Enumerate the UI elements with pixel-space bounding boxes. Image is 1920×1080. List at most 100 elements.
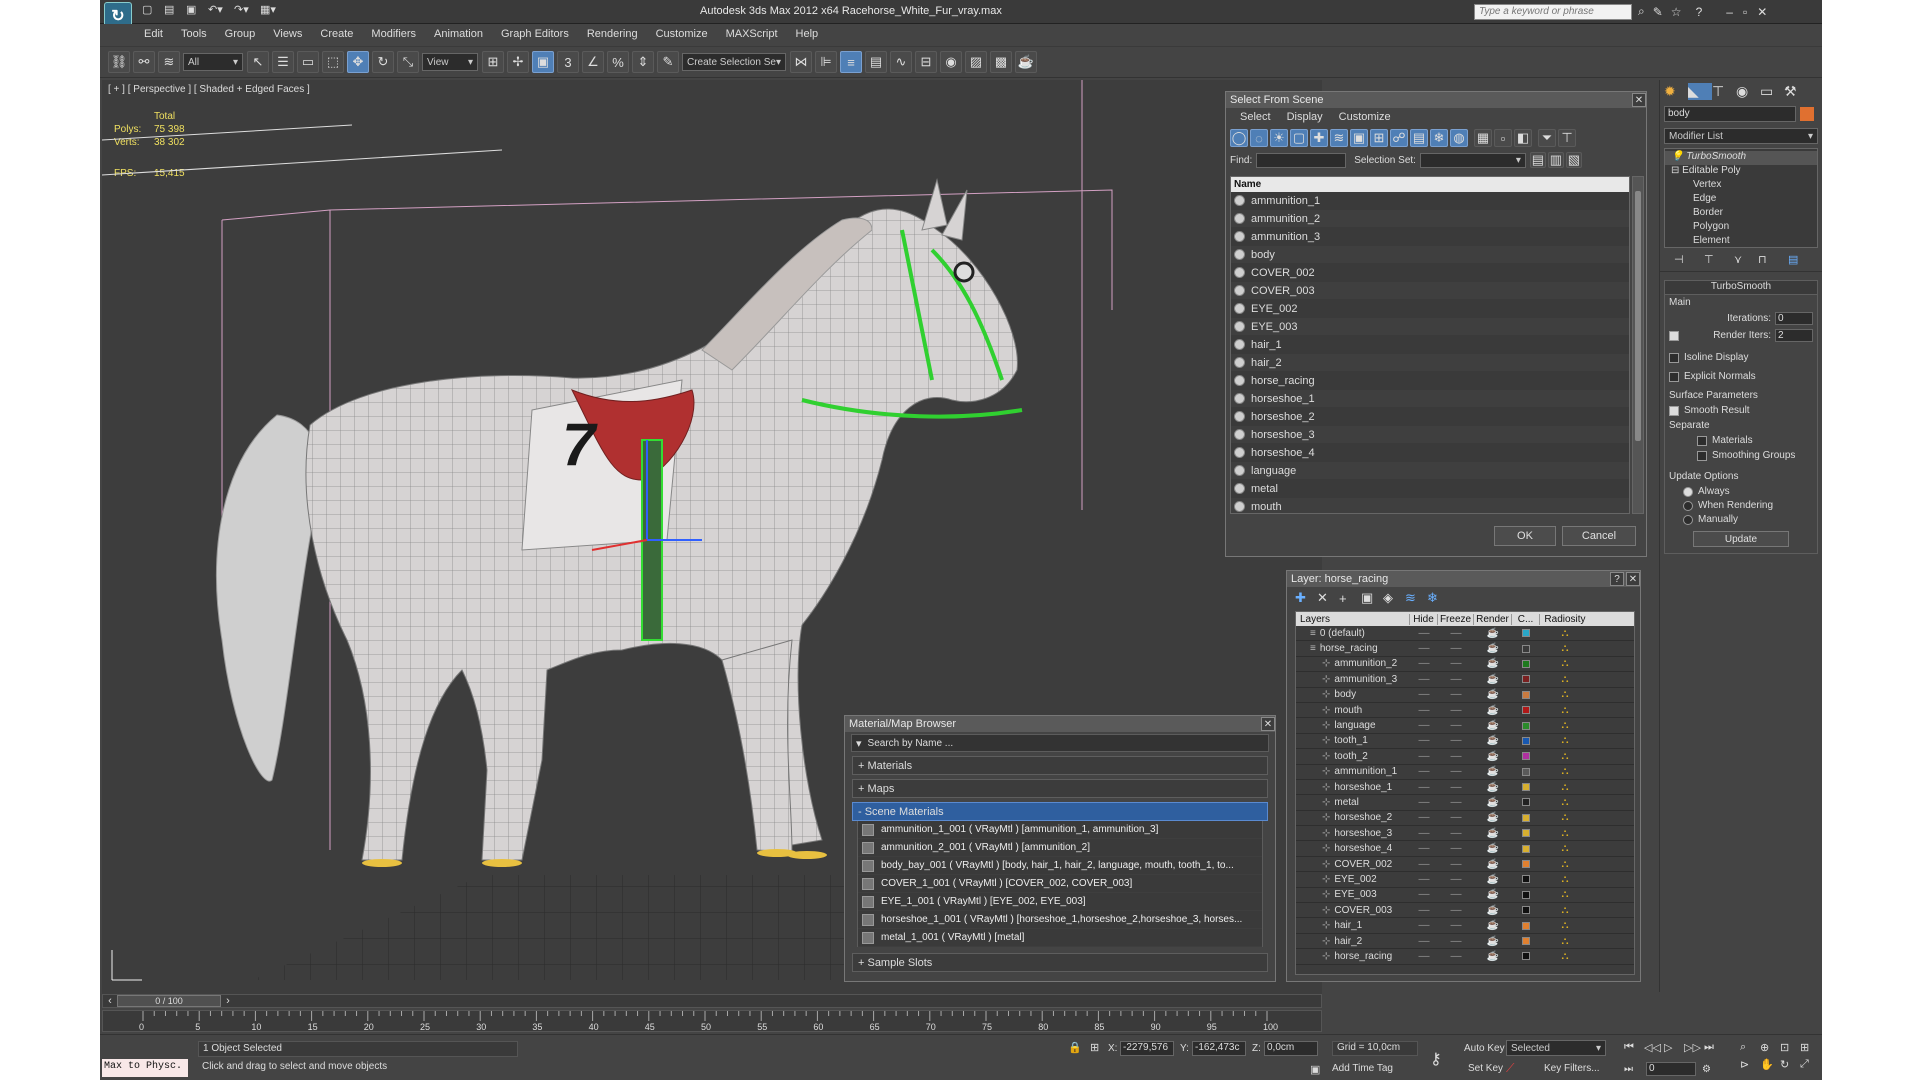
layer-hide-toggle[interactable]: ‒‒ xyxy=(1410,643,1438,654)
goto-end-icon[interactable]: ⏭ xyxy=(1704,1041,1724,1054)
render-iters-checkbox[interactable] xyxy=(1669,330,1679,341)
modify-panel-icon[interactable]: ◣ xyxy=(1688,82,1712,100)
material-item[interactable]: metal_1_001 ( VRayMtl ) [metal] xyxy=(858,929,1262,947)
options-menu-icon[interactable]: ▾ xyxy=(856,737,862,750)
material-item[interactable]: ammunition_1_001 ( VRayMtl ) [ammunition… xyxy=(858,821,1262,839)
menu-help[interactable]: Help xyxy=(796,28,819,40)
layer-freeze-toggle[interactable]: ‒‒ xyxy=(1438,766,1474,777)
angle-snap-icon[interactable]: ∠ xyxy=(582,51,604,73)
layer-color-swatch[interactable] xyxy=(1512,721,1540,730)
layer-row[interactable]: ⊹ mouth ‒‒ ‒‒ ☕ ⛬ xyxy=(1296,703,1634,719)
show-end-result-icon[interactable]: ⊤ xyxy=(1704,253,1734,266)
layer-hide-toggle[interactable]: ‒‒ xyxy=(1410,828,1438,839)
teapot-icon[interactable]: ☕ xyxy=(1474,658,1512,669)
layer-row[interactable]: ⊹ ammunition_2 ‒‒ ‒‒ ☕ ⛬ xyxy=(1296,657,1634,673)
radiosity-icon[interactable]: ⛬ xyxy=(1540,812,1590,823)
freeze-all-icon[interactable]: ❄ xyxy=(1427,590,1449,606)
list-item[interactable]: language xyxy=(1231,462,1629,480)
layer-freeze-toggle[interactable]: ‒‒ xyxy=(1438,658,1474,669)
layer-color-swatch[interactable] xyxy=(1512,860,1540,869)
layer-freeze-toggle[interactable]: ‒‒ xyxy=(1438,920,1474,931)
select-by-name-icon[interactable]: ☰ xyxy=(272,51,294,73)
tools-icon[interactable]: ✎ xyxy=(1653,5,1663,19)
radiosity-icon[interactable]: ⛬ xyxy=(1540,658,1590,669)
teapot-icon[interactable]: ☕ xyxy=(1474,628,1512,639)
layer-freeze-toggle[interactable]: ‒‒ xyxy=(1438,735,1474,746)
fov-icon[interactable]: ⊳ xyxy=(1740,1058,1760,1071)
close-icon[interactable]: ✕ xyxy=(1626,572,1640,586)
bind-spacewarp-icon[interactable]: ≋ xyxy=(158,51,180,73)
hierarchy-panel-icon[interactable]: ⊤ xyxy=(1712,83,1736,100)
link-icon[interactable]: ⛓ xyxy=(108,51,130,73)
graphite-ribbon-icon[interactable]: ▤ xyxy=(865,51,887,73)
stack-item-polygon[interactable]: Polygon xyxy=(1665,221,1817,235)
layer-color-swatch[interactable] xyxy=(1512,890,1540,899)
layer-freeze-toggle[interactable]: ‒‒ xyxy=(1438,936,1474,947)
list-item[interactable]: ammunition_1 xyxy=(1231,192,1629,210)
material-item[interactable]: horseshoe_1_001 ( VRayMtl ) [horseshoe_1… xyxy=(858,911,1262,929)
list-item[interactable]: EYE_002 xyxy=(1231,300,1629,318)
motion-panel-icon[interactable]: ◉ xyxy=(1736,83,1760,100)
close-icon[interactable]: ✕ xyxy=(1757,5,1767,19)
teapot-icon[interactable]: ☕ xyxy=(1474,705,1512,716)
mirror-icon[interactable]: ⋈ xyxy=(790,51,812,73)
layer-hide-toggle[interactable]: ‒‒ xyxy=(1410,735,1438,746)
radiosity-icon[interactable]: ⛬ xyxy=(1540,905,1590,916)
teapot-icon[interactable]: ☕ xyxy=(1474,797,1512,808)
display-xrefs-icon[interactable]: ⊞ xyxy=(1370,129,1388,147)
radiosity-icon[interactable]: ⛬ xyxy=(1540,643,1590,654)
layer-hide-toggle[interactable]: ‒‒ xyxy=(1410,705,1438,716)
zoom-extents-all-icon[interactable]: ⊞ xyxy=(1800,1041,1820,1054)
snaps-toggle-icon[interactable]: 3 xyxy=(557,51,579,73)
display-lights-icon[interactable]: ☀ xyxy=(1270,129,1288,147)
menu-group[interactable]: Group xyxy=(225,28,256,40)
set-key-icon[interactable]: ⟋ xyxy=(1506,1061,1514,1076)
stack-item-border[interactable]: Border xyxy=(1665,207,1817,221)
layer-row[interactable]: ⊹ tooth_1 ‒‒ ‒‒ ☕ ⛬ xyxy=(1296,734,1634,750)
layer-freeze-toggle[interactable]: ‒‒ xyxy=(1438,628,1474,639)
select-from-scene-titlebar[interactable]: Select From Scene ✕ xyxy=(1226,92,1646,108)
time-next-icon[interactable]: › xyxy=(221,995,235,1007)
radiosity-icon[interactable]: ⛬ xyxy=(1540,735,1590,746)
layer-row[interactable]: ⊹ horseshoe_2 ‒‒ ‒‒ ☕ ⛬ xyxy=(1296,811,1634,827)
time-slider-thumb[interactable]: 0 / 100 xyxy=(117,995,221,1007)
stack-item-editable-poly[interactable]: ⊟ Editable Poly xyxy=(1665,165,1817,179)
add-to-layer-icon[interactable]: + xyxy=(1339,591,1361,606)
key-filters-button[interactable]: Key Filters... xyxy=(1544,1063,1600,1074)
layer-hide-toggle[interactable]: ‒‒ xyxy=(1410,782,1438,793)
layer-color-swatch[interactable] xyxy=(1512,736,1540,745)
teapot-icon[interactable]: ☕ xyxy=(1474,828,1512,839)
layer-row[interactable]: ⊹ horseshoe_1 ‒‒ ‒‒ ☕ ⛬ xyxy=(1296,780,1634,796)
list-item[interactable]: ammunition_2 xyxy=(1231,210,1629,228)
layer-row[interactable]: ⊹ COVER_003 ‒‒ ‒‒ ☕ ⛬ xyxy=(1296,903,1634,919)
auto-key-button[interactable]: Auto Key xyxy=(1464,1043,1505,1054)
material-search-input[interactable]: Search by Name ... xyxy=(868,738,954,749)
tab-select[interactable]: Select xyxy=(1240,111,1271,123)
rect-selection-icon[interactable]: ▭ xyxy=(297,51,319,73)
radiosity-icon[interactable]: ⛬ xyxy=(1540,859,1590,870)
menu-views[interactable]: Views xyxy=(273,28,302,40)
object-name-field[interactable]: body xyxy=(1664,106,1796,122)
x-coordinate[interactable]: -2279,576 xyxy=(1120,1041,1174,1056)
layer-freeze-toggle[interactable]: ‒‒ xyxy=(1438,782,1474,793)
list-item[interactable]: body xyxy=(1231,246,1629,264)
radiosity-icon[interactable]: ⛬ xyxy=(1540,828,1590,839)
set-key-button[interactable]: Set Key xyxy=(1468,1063,1503,1074)
stack-item-edge[interactable]: Edge xyxy=(1665,193,1817,207)
edit-named-sets-icon[interactable]: ✎ xyxy=(657,51,679,73)
menu-animation[interactable]: Animation xyxy=(434,28,483,40)
radiosity-icon[interactable]: ⛬ xyxy=(1540,843,1590,854)
named-selection-dropdown[interactable]: Create Selection Se ▾ xyxy=(682,53,786,71)
scene-materials-group[interactable]: - Scene Materials xyxy=(852,802,1268,821)
render-production-icon[interactable]: ☕ xyxy=(1015,51,1037,73)
teapot-icon[interactable]: ☕ xyxy=(1474,643,1512,654)
help-button[interactable]: ? xyxy=(1610,572,1624,586)
explicit-normals-checkbox[interactable] xyxy=(1669,371,1679,382)
material-editor-icon[interactable]: ◉ xyxy=(940,51,962,73)
layer-freeze-toggle[interactable]: ‒‒ xyxy=(1438,843,1474,854)
radiosity-icon[interactable]: ⛬ xyxy=(1540,674,1590,685)
layer-color-swatch[interactable] xyxy=(1512,783,1540,792)
material-item[interactable]: ammunition_2_001 ( VRayMtl ) [ammunition… xyxy=(858,839,1262,857)
list-item[interactable]: ammunition_3 xyxy=(1231,228,1629,246)
layer-hide-toggle[interactable]: ‒‒ xyxy=(1410,889,1438,900)
